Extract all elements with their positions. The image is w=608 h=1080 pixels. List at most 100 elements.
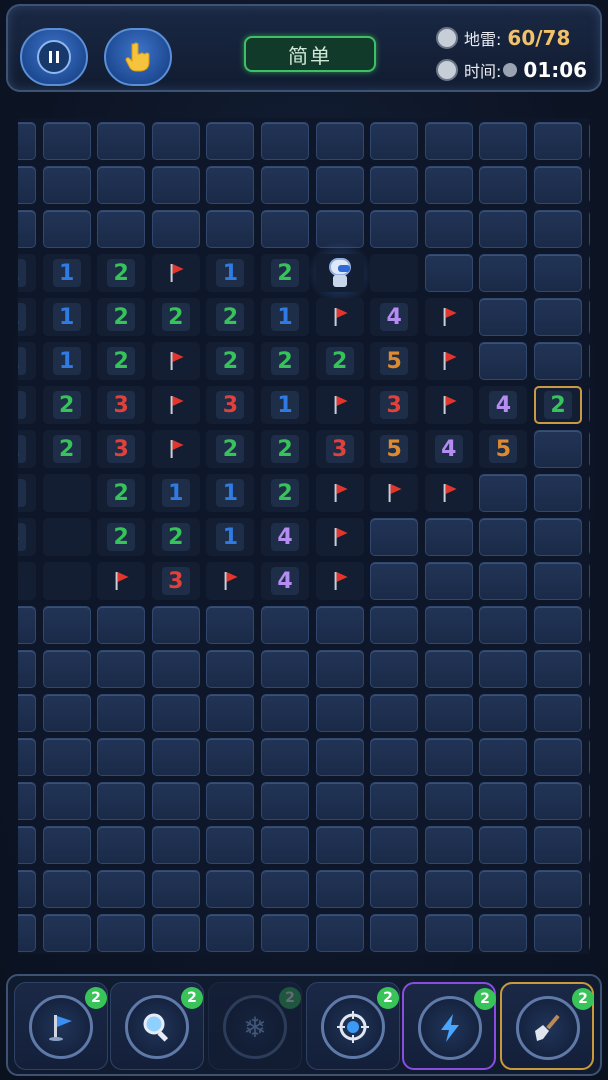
board-cell[interactable]: [261, 870, 309, 908]
board-cell[interactable]: 1: [261, 298, 309, 336]
board-cell[interactable]: [315, 518, 364, 556]
shovel-tool-button[interactable]: 2: [500, 982, 594, 1070]
board-cell[interactable]: [424, 342, 473, 380]
board-cell[interactable]: [42, 606, 91, 644]
board-cell[interactable]: [315, 166, 364, 204]
board-cell[interactable]: [206, 694, 255, 732]
board-cell[interactable]: [261, 826, 309, 864]
board-cell[interactable]: [315, 298, 364, 336]
board-cell[interactable]: [18, 826, 36, 864]
board-cell[interactable]: [42, 782, 91, 820]
board-cell[interactable]: 5: [370, 342, 419, 380]
board-cell[interactable]: [479, 474, 528, 512]
board-cell[interactable]: [534, 122, 582, 160]
board-cell[interactable]: [424, 166, 473, 204]
board-cell[interactable]: [370, 650, 419, 688]
board-cell[interactable]: [588, 122, 590, 160]
board-cell[interactable]: [588, 914, 590, 952]
board-cell[interactable]: [97, 606, 146, 644]
board-cell[interactable]: [370, 474, 419, 512]
board-cell[interactable]: [206, 210, 255, 248]
board-cell[interactable]: [588, 562, 590, 600]
board-cell[interactable]: 5: [370, 430, 419, 468]
board-cell[interactable]: 2: [534, 386, 582, 424]
board-cell[interactable]: [534, 694, 582, 732]
board-cell[interactable]: [534, 342, 582, 380]
board-cell[interactable]: [588, 254, 590, 292]
board-cell[interactable]: [479, 738, 528, 776]
board-cell[interactable]: [97, 210, 146, 248]
board-cell[interactable]: [588, 650, 590, 688]
board-cell[interactable]: [424, 254, 473, 292]
board-cell[interactable]: [424, 782, 473, 820]
board-cell[interactable]: 2: [261, 254, 309, 292]
board-cell[interactable]: [97, 694, 146, 732]
board-cell[interactable]: 4: [424, 430, 473, 468]
board-cell[interactable]: [534, 474, 582, 512]
board-cell[interactable]: [261, 210, 309, 248]
board-cell[interactable]: 1: [18, 298, 36, 336]
board-cell[interactable]: [315, 694, 364, 732]
board-cell[interactable]: [206, 650, 255, 688]
board-cell[interactable]: [18, 562, 36, 600]
board-cell[interactable]: [42, 826, 91, 864]
board-cell[interactable]: [479, 914, 528, 952]
board-cell[interactable]: [588, 782, 590, 820]
board-cell[interactable]: [42, 650, 91, 688]
board-cell[interactable]: [424, 298, 473, 336]
board-cell[interactable]: [261, 782, 309, 820]
board-cell[interactable]: [479, 518, 528, 556]
board-cell[interactable]: [315, 870, 364, 908]
board-cell[interactable]: [370, 694, 419, 732]
board-cell[interactable]: [534, 606, 582, 644]
board-cell[interactable]: 1: [18, 342, 36, 380]
board-cell[interactable]: [370, 562, 419, 600]
board-cell[interactable]: 5: [479, 430, 528, 468]
board-cell[interactable]: [315, 826, 364, 864]
board-cell[interactable]: 1: [18, 430, 36, 468]
board-cell[interactable]: 3: [370, 386, 419, 424]
board-cell[interactable]: [370, 122, 419, 160]
board-cell[interactable]: 3: [97, 430, 146, 468]
board-cell[interactable]: [42, 914, 91, 952]
board-cell[interactable]: 2: [151, 298, 200, 336]
board-cell[interactable]: [151, 342, 200, 380]
board-cell[interactable]: 2: [151, 518, 200, 556]
board-cell[interactable]: [588, 870, 590, 908]
board-cell[interactable]: [18, 606, 36, 644]
board-cell[interactable]: [588, 386, 590, 424]
board-cell[interactable]: [479, 650, 528, 688]
board-cell[interactable]: 1: [42, 298, 91, 336]
board-cell[interactable]: 2: [315, 342, 364, 380]
board-cell[interactable]: [588, 342, 590, 380]
board-cell[interactable]: [479, 694, 528, 732]
board-cell[interactable]: [479, 298, 528, 336]
board-cell[interactable]: [42, 562, 91, 600]
board-cell[interactable]: [261, 166, 309, 204]
board-cell[interactable]: [424, 122, 473, 160]
board-cell[interactable]: [479, 254, 528, 292]
board-cell[interactable]: [315, 122, 364, 160]
board-cell[interactable]: [588, 738, 590, 776]
board-cell[interactable]: [534, 254, 582, 292]
board-cell[interactable]: [97, 562, 146, 600]
board-cell[interactable]: [151, 782, 200, 820]
board-cell[interactable]: 2: [261, 430, 309, 468]
board-cell[interactable]: [42, 738, 91, 776]
board-cell[interactable]: [18, 650, 36, 688]
board-cell[interactable]: 3: [97, 386, 146, 424]
target-tool-button[interactable]: 2: [306, 982, 400, 1070]
board-cell[interactable]: [479, 606, 528, 644]
board-cell[interactable]: [42, 694, 91, 732]
board-cell[interactable]: 2: [97, 518, 146, 556]
board-cell[interactable]: [479, 870, 528, 908]
board-cell[interactable]: 2: [206, 298, 255, 336]
board-cell[interactable]: [424, 650, 473, 688]
board-cell[interactable]: [534, 870, 582, 908]
board-cell[interactable]: [424, 562, 473, 600]
board-cell[interactable]: [151, 738, 200, 776]
board-cell[interactable]: [370, 606, 419, 644]
board-cell[interactable]: [206, 782, 255, 820]
board-cell[interactable]: [588, 694, 590, 732]
board-cell[interactable]: [424, 826, 473, 864]
